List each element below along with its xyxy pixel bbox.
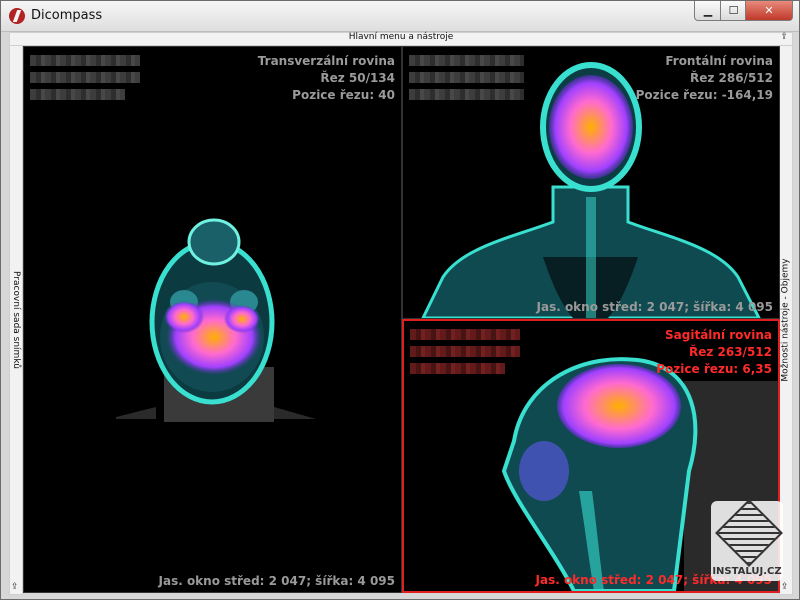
slice-label: Řez 286/512 — [689, 71, 773, 85]
watermark-logo: INSTALUJ.CZ — [711, 499, 783, 581]
minimize-button[interactable]: ▁ — [694, 1, 722, 21]
title-bar[interactable]: Dicompass ▁ ☐ ✕ — [1, 1, 799, 32]
main-menu-bar[interactable]: Hlavní menu a nástroje ⇪ — [9, 32, 793, 46]
tool-options-panel-label[interactable]: Možnosti nástroje - Objemy — [781, 258, 791, 381]
frontal-viewport[interactable]: Frontální rovina Řez 286/512 Pozice řezu… — [402, 46, 780, 319]
pin-icon[interactable]: ⇪ — [11, 582, 19, 592]
view-info: Transverzální rovina Řez 50/134 Pozice ř… — [258, 53, 395, 104]
patient-info-redacted — [409, 55, 524, 106]
image-set-panel[interactable]: Pracovní sada snímků ⇪ — [9, 45, 23, 595]
plane-label: Frontální rovina — [665, 54, 773, 68]
slice-position-label: Pozice řezu: 40 — [292, 88, 395, 102]
window-level-label: Jas. okno střed: 2 047; šířka: 4 095 — [536, 300, 774, 314]
maximize-button[interactable]: ☐ — [720, 1, 747, 21]
transversal-image — [116, 218, 316, 422]
image-set-panel-label[interactable]: Pracovní sada snímků — [11, 271, 21, 369]
window-title: Dicompass — [31, 8, 103, 23]
pin-icon[interactable]: ⇪ — [781, 582, 789, 592]
patient-info-redacted — [410, 329, 520, 380]
slice-label: Řez 263/512 — [688, 345, 772, 359]
patient-info-redacted — [30, 55, 140, 106]
close-button[interactable]: ✕ — [745, 1, 793, 21]
watermark-icon — [715, 499, 783, 567]
view-info: Sagitální rovina Řez 263/512 Pozice řezu… — [656, 327, 772, 378]
slice-position-label: Pozice řezu: -164,19 — [635, 88, 773, 102]
slice-position-label: Pozice řezu: 6,35 — [656, 362, 772, 376]
view-info: Frontální rovina Řez 286/512 Pozice řezu… — [636, 53, 773, 104]
plane-label: Transverzální rovina — [257, 54, 395, 68]
plane-label: Sagitální rovina — [665, 328, 772, 342]
dicompass-logo-icon — [9, 8, 25, 24]
window-level-label: Jas. okno střed: 2 047; šířka: 4 095 — [158, 574, 396, 588]
app-window: Dicompass ▁ ☐ ✕ Hlavní menu a nástroje ⇪… — [0, 0, 800, 600]
main-menu-label[interactable]: Hlavní menu a nástroje — [10, 32, 792, 42]
watermark-text: INSTALUJ.CZ — [712, 566, 782, 577]
pin-icon[interactable]: ⇪ — [780, 32, 788, 42]
slice-label: Řez 50/134 — [320, 71, 395, 85]
transversal-viewport[interactable]: Transverzální rovina Řez 50/134 Pozice ř… — [23, 46, 402, 593]
